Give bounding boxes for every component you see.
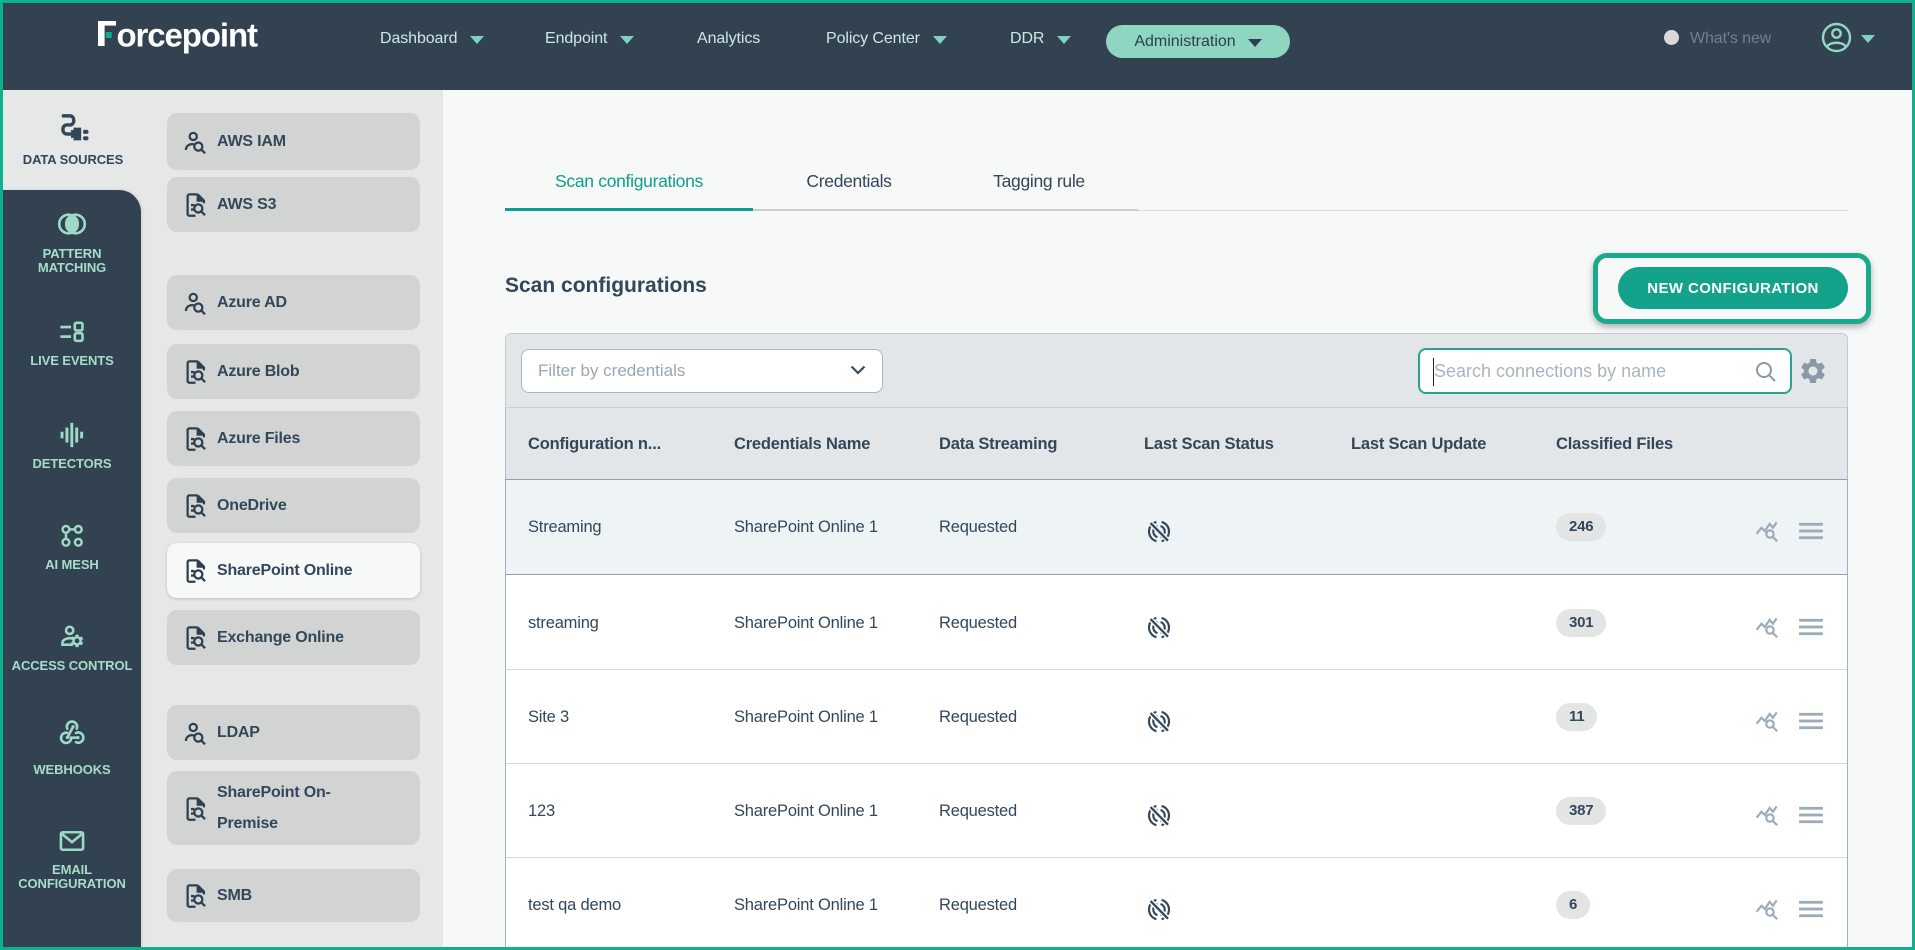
svg-text:orcepoint: orcepoint [117, 17, 259, 54]
